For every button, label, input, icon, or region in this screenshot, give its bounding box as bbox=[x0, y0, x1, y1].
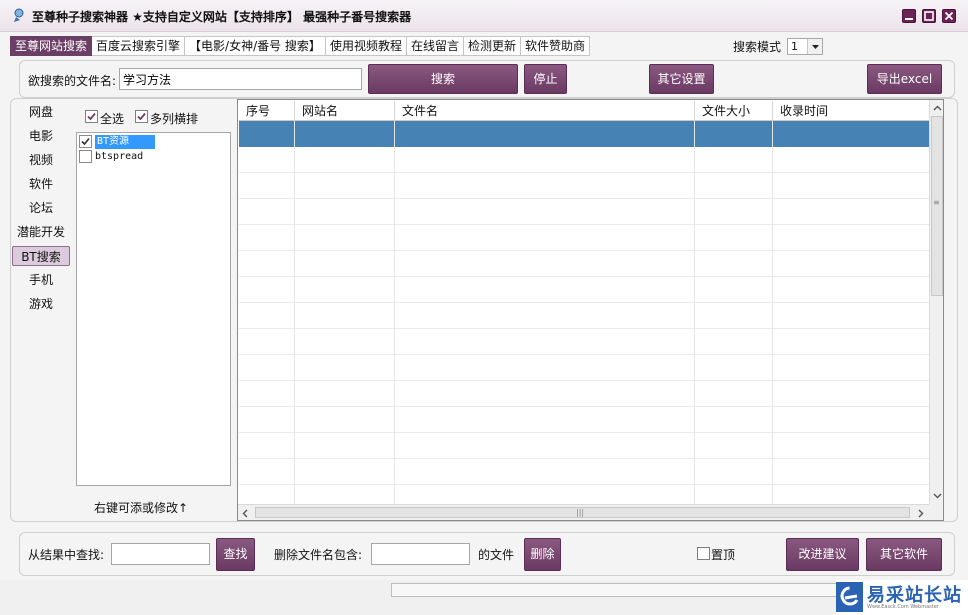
minimize-icon[interactable] bbox=[902, 9, 916, 23]
grip-icon: ≡ bbox=[933, 198, 940, 207]
category-bt-search[interactable]: BT搜索 bbox=[12, 246, 70, 266]
column-header-index[interactable]: 序号 bbox=[239, 101, 295, 121]
source-list: BT资源 btspread bbox=[76, 132, 231, 486]
column-header-filename[interactable]: 文件名 bbox=[395, 101, 695, 121]
category-mobile[interactable]: 手机 bbox=[12, 270, 70, 290]
tab-online-message[interactable]: 在线留言 bbox=[406, 36, 464, 56]
main-tabs: 至尊网站搜索 百度云搜索引擎 【电影/女神/番号 搜索】 使用视频教程 在线留言… bbox=[10, 36, 590, 56]
category-software[interactable]: 软件 bbox=[12, 174, 70, 194]
chevron-down-icon[interactable] bbox=[807, 39, 822, 54]
horizontal-scroll-thumb[interactable]: ||| bbox=[255, 507, 910, 518]
search-mode-select[interactable]: 1 bbox=[787, 38, 823, 55]
grip-icon: ||| bbox=[576, 508, 585, 517]
search-mode-value: 1 bbox=[791, 40, 798, 53]
export-excel-button[interactable]: 导出excel bbox=[867, 64, 942, 94]
maximize-icon[interactable] bbox=[922, 9, 936, 23]
table-row-selected[interactable] bbox=[239, 121, 931, 147]
window-title: 至尊种子搜索神器 ★支持自定义网站【支持排序】 最强种子番号搜索器 bbox=[32, 10, 412, 24]
delete-contains-input[interactable] bbox=[371, 543, 470, 565]
other-software-button[interactable]: 其它软件 bbox=[866, 538, 942, 571]
column-divider bbox=[694, 121, 695, 504]
tab-video-tutorial[interactable]: 使用视频教程 bbox=[325, 36, 407, 56]
tab-movie-search[interactable]: 【电影/女神/番号 搜索】 bbox=[185, 36, 326, 56]
search-mode-label: 搜索模式 bbox=[733, 40, 782, 54]
category-movie[interactable]: 电影 bbox=[12, 126, 70, 146]
category-video[interactable]: 视频 bbox=[12, 150, 70, 170]
vertical-scrollbar[interactable]: ≡ bbox=[929, 100, 943, 504]
delete-suffix-label: 的文件 bbox=[478, 548, 515, 562]
column-divider bbox=[294, 121, 295, 504]
source-checkbox[interactable] bbox=[79, 135, 92, 148]
scroll-up-icon[interactable] bbox=[930, 100, 944, 116]
pin-top-label: 置顶 bbox=[711, 548, 736, 562]
tab-baidu-cloud[interactable]: 百度云搜索引擎 bbox=[92, 36, 186, 56]
select-all-label: 全选 bbox=[100, 112, 125, 126]
search-filename-label: 欲搜索的文件名: bbox=[28, 74, 117, 88]
horizontal-scrollbar[interactable]: ||| bbox=[238, 504, 931, 520]
results-table[interactable]: 序号 网站名 文件名 文件大小 收录时间 ≡ ||| bbox=[237, 99, 944, 521]
tab-sponsor[interactable]: 软件赞助商 bbox=[520, 36, 590, 56]
column-divider bbox=[394, 121, 395, 504]
pin-top-checkbox[interactable] bbox=[697, 547, 710, 560]
close-icon[interactable] bbox=[942, 9, 956, 23]
watermark: 易采站长站 Www.Easck.Com Webmaster bbox=[836, 580, 968, 615]
app-icon bbox=[12, 8, 26, 23]
column-header-date[interactable]: 收录时间 bbox=[773, 101, 931, 121]
category-game[interactable]: 游戏 bbox=[12, 294, 70, 314]
tab-site-search[interactable]: 至尊网站搜索 bbox=[10, 36, 93, 56]
watermark-logo-icon bbox=[836, 582, 863, 612]
source-checkbox[interactable] bbox=[79, 150, 92, 163]
find-button[interactable]: 查找 bbox=[216, 538, 255, 571]
title-bar: 至尊种子搜索神器 ★支持自定义网站【支持排序】 最强种子番号搜索器 bbox=[0, 0, 968, 32]
scroll-left-icon[interactable] bbox=[238, 505, 252, 521]
scroll-right-icon[interactable] bbox=[914, 505, 928, 521]
find-in-results-input[interactable] bbox=[111, 543, 210, 565]
table-header: 序号 网站名 文件名 文件大小 收录时间 bbox=[239, 101, 931, 121]
search-input[interactable] bbox=[119, 68, 362, 90]
other-settings-button[interactable]: 其它设置 bbox=[649, 64, 714, 94]
sources-hint: 右键可添或修改↑ bbox=[94, 501, 189, 515]
multi-column-checkbox[interactable] bbox=[135, 110, 148, 123]
find-in-results-label: 从结果中查找: bbox=[28, 548, 105, 562]
column-header-site[interactable]: 网站名 bbox=[295, 101, 395, 121]
suggest-button[interactable]: 改进建议 bbox=[786, 538, 859, 571]
select-all-checkbox[interactable] bbox=[85, 110, 98, 123]
source-label: btspread bbox=[95, 151, 144, 162]
scroll-down-icon[interactable] bbox=[930, 488, 944, 504]
column-header-size[interactable]: 文件大小 bbox=[695, 101, 773, 121]
delete-button[interactable]: 删除 bbox=[524, 538, 561, 571]
scroll-corner bbox=[929, 504, 943, 520]
delete-contains-label: 删除文件名包含: bbox=[274, 548, 363, 562]
tab-check-update[interactable]: 检测更新 bbox=[463, 36, 521, 56]
multi-column-label: 多列横排 bbox=[150, 112, 199, 126]
category-potential[interactable]: 潜能开发 bbox=[12, 222, 70, 242]
watermark-subtext: Www.Easck.Com Webmaster bbox=[867, 604, 939, 610]
category-netdisk[interactable]: 网盘 bbox=[12, 102, 70, 122]
stop-button[interactable]: 停止 bbox=[524, 64, 567, 94]
column-divider bbox=[772, 121, 773, 504]
category-forum[interactable]: 论坛 bbox=[12, 198, 70, 218]
vertical-scroll-thumb[interactable]: ≡ bbox=[931, 116, 943, 296]
table-body[interactable] bbox=[239, 121, 931, 504]
search-button[interactable]: 搜索 bbox=[368, 64, 518, 94]
source-label: BT资源 bbox=[95, 135, 156, 149]
